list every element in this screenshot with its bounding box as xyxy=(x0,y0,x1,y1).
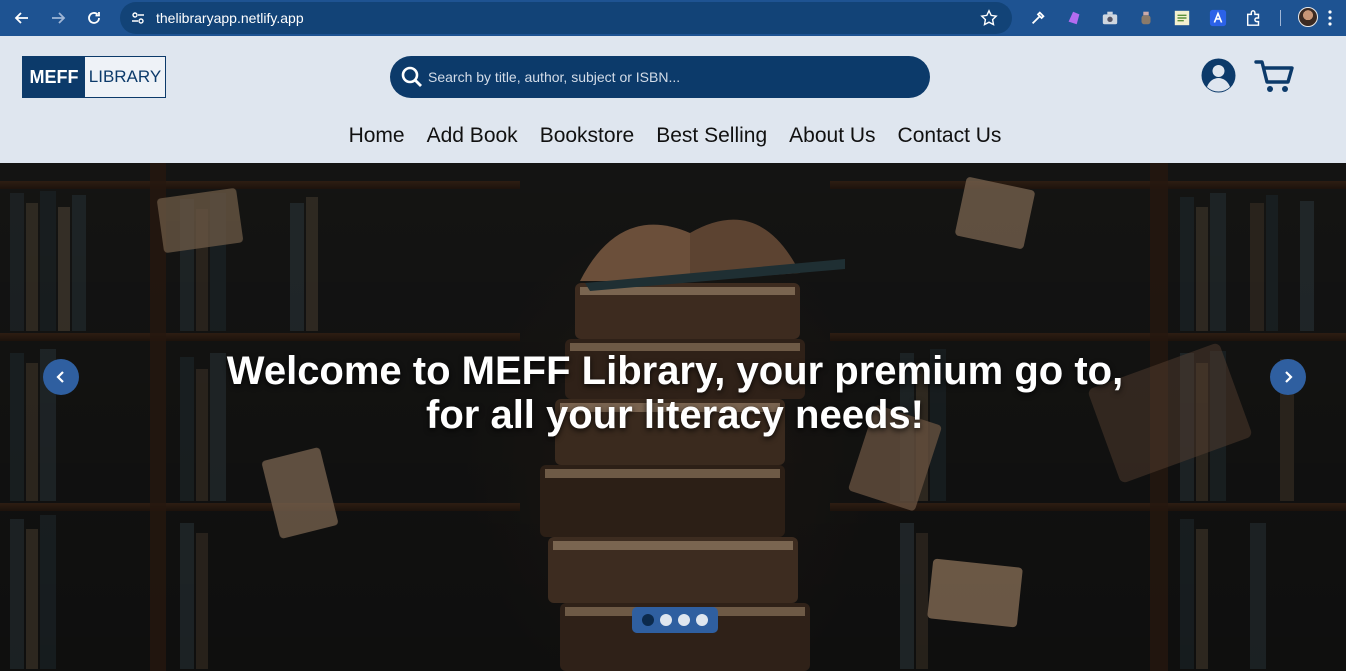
url-text: thelibraryapp.netlify.app xyxy=(156,10,304,26)
bookmark-star-icon[interactable] xyxy=(980,9,998,27)
hero-title: Welcome to MEFF Library, your premium go… xyxy=(226,349,1124,437)
shopping-cart-icon[interactable] xyxy=(1254,58,1296,94)
nav-about-us[interactable]: About Us xyxy=(789,124,875,148)
arrow-left-icon xyxy=(14,12,28,24)
nav-home[interactable]: Home xyxy=(349,124,405,148)
nav-bookstore[interactable]: Bookstore xyxy=(540,124,635,148)
chevron-right-icon xyxy=(1285,371,1293,383)
extensions-puzzle-icon[interactable] xyxy=(1244,8,1264,28)
purple-extension-icon[interactable] xyxy=(1064,8,1084,28)
forward-button[interactable] xyxy=(40,0,76,36)
nav-contact-us[interactable]: Contact Us xyxy=(898,124,1002,148)
site-info-icon[interactable] xyxy=(124,4,152,32)
main-nav: Home Add Book Bookstore Best Selling Abo… xyxy=(0,124,1346,148)
carousel-dot-2[interactable] xyxy=(660,614,672,626)
carousel-dot-1[interactable] xyxy=(642,614,654,626)
browser-toolbar: thelibraryapp.netlify.app xyxy=(0,0,1346,36)
hero-carousel: Welcome to MEFF Library, your premium go… xyxy=(0,163,1346,671)
reload-icon xyxy=(88,12,100,24)
search-icon[interactable] xyxy=(400,65,424,89)
search-input[interactable] xyxy=(428,69,930,85)
eyedropper-extension-icon[interactable] xyxy=(1028,8,1048,28)
back-button[interactable] xyxy=(4,0,40,36)
notes-extension-icon[interactable] xyxy=(1172,8,1192,28)
nav-add-book[interactable]: Add Book xyxy=(427,124,518,148)
kebab-menu-icon[interactable] xyxy=(1328,9,1332,27)
toolbar-separator xyxy=(1280,10,1281,26)
reload-button[interactable] xyxy=(76,0,112,36)
translate-extension-icon[interactable] xyxy=(1208,8,1228,28)
camera-extension-icon[interactable] xyxy=(1100,8,1120,28)
arrow-right-icon xyxy=(52,12,66,24)
chevron-left-icon xyxy=(56,371,64,383)
site-logo[interactable]: MEFF LIBRARY xyxy=(22,56,166,98)
nav-best-selling[interactable]: Best Selling xyxy=(656,124,767,148)
carousel-dot-3[interactable] xyxy=(678,614,690,626)
logo-secondary: LIBRARY xyxy=(85,57,165,97)
carousel-next-button[interactable] xyxy=(1270,359,1306,395)
address-bar[interactable]: thelibraryapp.netlify.app xyxy=(120,2,1012,34)
search-bar xyxy=(390,56,930,98)
bottle-extension-icon[interactable] xyxy=(1136,8,1156,28)
carousel-dot-4[interactable] xyxy=(696,614,708,626)
user-account-icon[interactable] xyxy=(1200,57,1237,94)
profile-avatar[interactable] xyxy=(1298,7,1318,27)
logo-primary: MEFF xyxy=(23,57,85,97)
site-header: MEFF LIBRARY Home Add Book Bookstore Bes… xyxy=(0,42,1346,163)
carousel-prev-button[interactable] xyxy=(43,359,79,395)
carousel-indicators xyxy=(632,607,718,633)
